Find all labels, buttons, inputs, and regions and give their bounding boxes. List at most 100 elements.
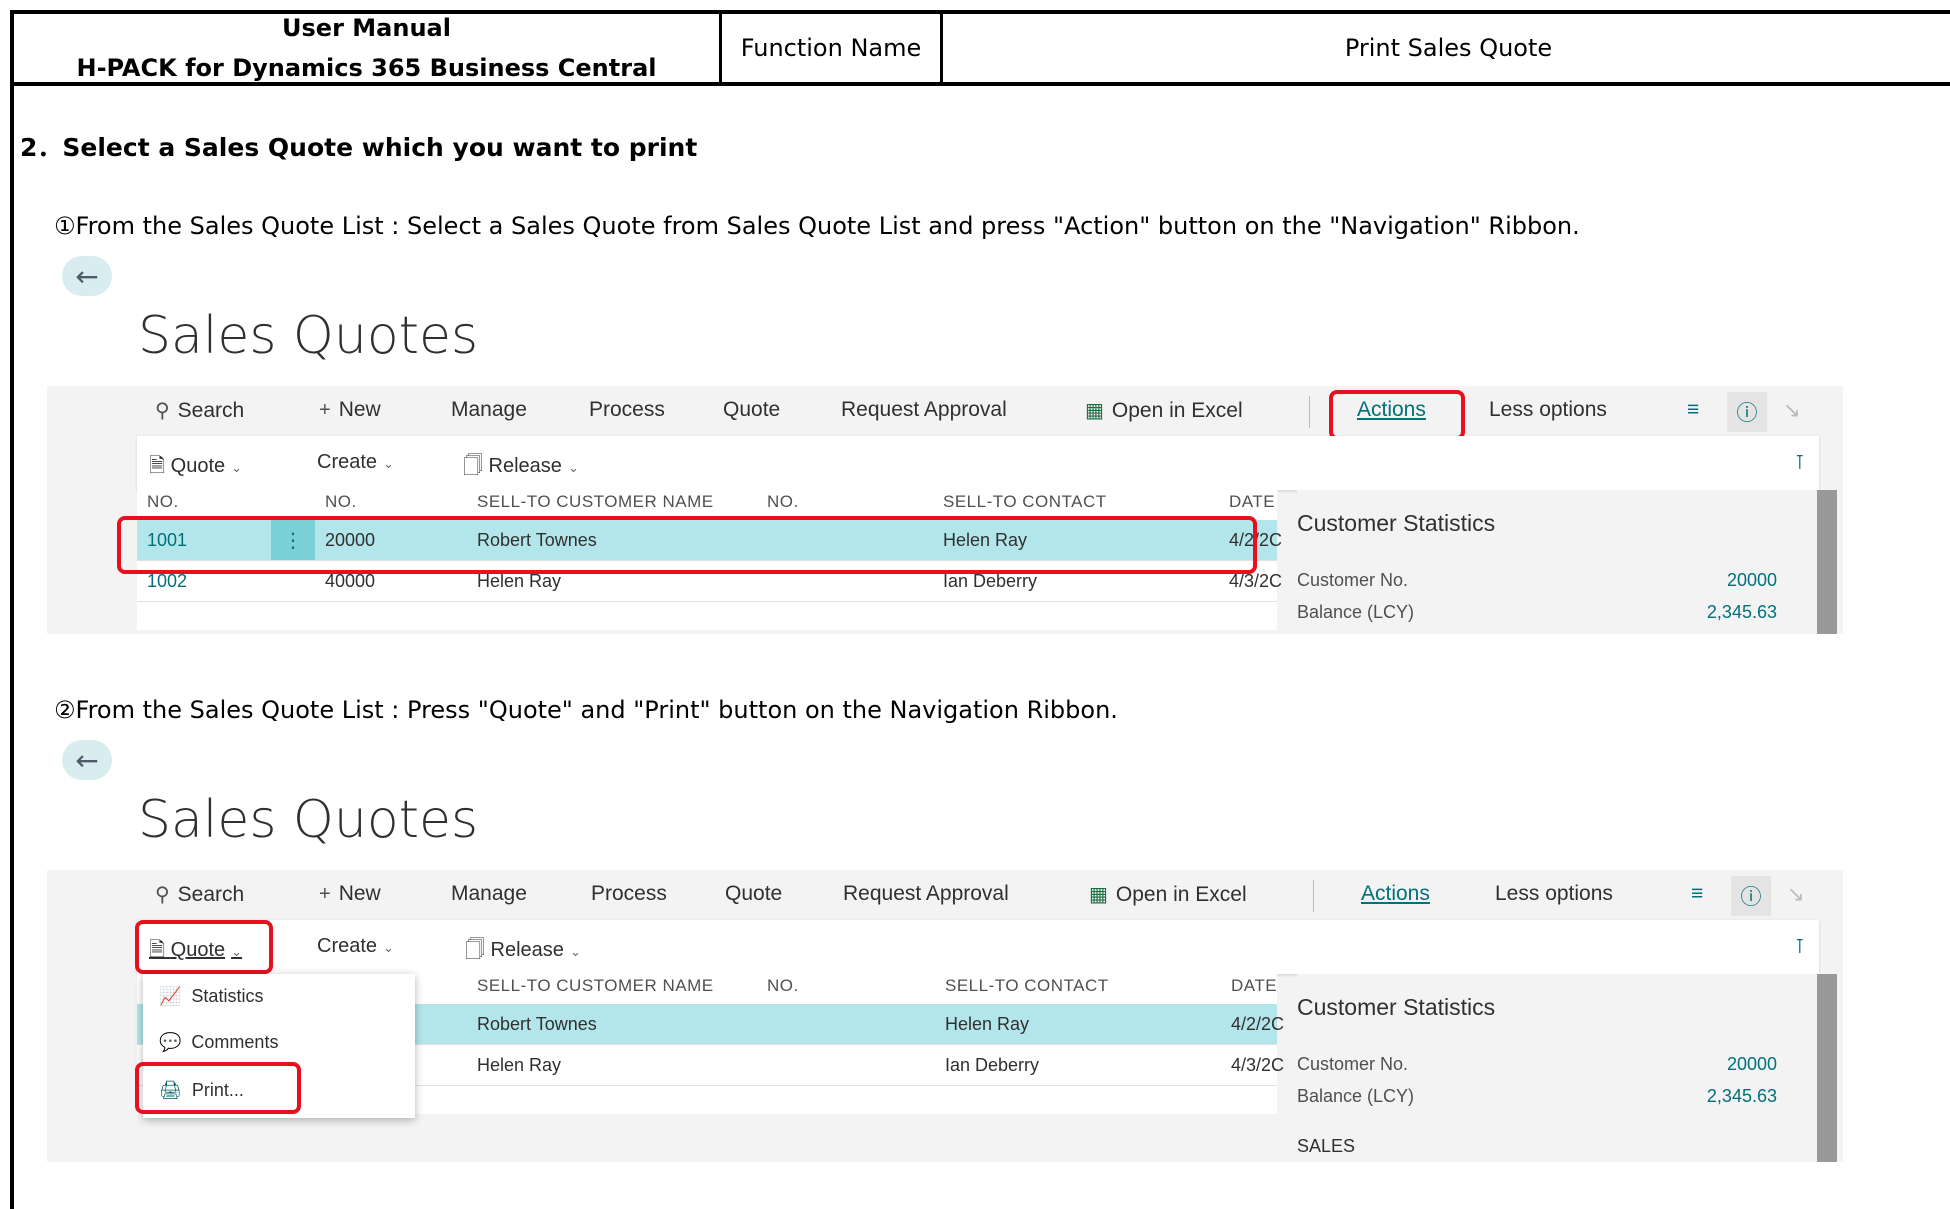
col-header-contact[interactable]: SELL-TO CONTACT bbox=[943, 492, 1107, 512]
function-label: Function Name bbox=[722, 14, 943, 82]
customer-statistics-factbox: Customer Statistics Customer No. 20000 B… bbox=[1297, 490, 1837, 634]
pin-icon[interactable]: ⊺ bbox=[1795, 934, 1805, 959]
release-menu-label: Release bbox=[490, 939, 564, 961]
quote-doc-icon: 🗎 bbox=[149, 455, 166, 477]
ribbon-separator bbox=[1313, 880, 1314, 912]
manual-title-cell: User Manual H-PACK for Dynamics 365 Busi… bbox=[14, 14, 722, 82]
open-in-excel-button[interactable]: ▦ Open in Excel bbox=[1089, 882, 1247, 907]
comments-menu-item[interactable]: 💬 Comments bbox=[159, 1032, 278, 1053]
open-in-excel-button[interactable]: ▦ Open in Excel bbox=[1085, 398, 1243, 423]
page-border bbox=[10, 86, 14, 1209]
create-menu-button[interactable]: Create ⌄ bbox=[317, 451, 394, 474]
search-label: Search bbox=[177, 882, 245, 906]
search-icon: ⚲ bbox=[155, 400, 170, 422]
customer-statistics-factbox: Customer Statistics Customer No. 20000 B… bbox=[1297, 974, 1837, 1162]
row-customer-name: Helen Ray bbox=[477, 1055, 562, 1075]
request-approval-tab[interactable]: Request Approval bbox=[841, 398, 1007, 422]
ribbon-separator bbox=[1309, 396, 1310, 428]
row-contact: Helen Ray bbox=[945, 1014, 1030, 1034]
section-title: 2．Select a Sales Quote which you want to… bbox=[20, 133, 698, 162]
less-options-button[interactable]: Less options bbox=[1495, 882, 1613, 906]
actions-tab[interactable]: Actions bbox=[1361, 882, 1430, 906]
factbox-title: Customer Statistics bbox=[1297, 994, 1496, 1020]
process-tab[interactable]: Process bbox=[589, 398, 665, 422]
release-menu-button[interactable]: 🗍 Release ⌄ bbox=[463, 451, 579, 485]
factbox-title: Customer Statistics bbox=[1297, 510, 1496, 536]
new-button[interactable]: + New bbox=[319, 398, 381, 422]
col-header-no[interactable]: NO. bbox=[147, 492, 179, 512]
collapse-icon[interactable]: ↘ bbox=[1783, 398, 1801, 423]
row-date: 4/3/2C bbox=[1229, 571, 1283, 591]
chevron-down-icon: ⌄ bbox=[231, 460, 243, 475]
search-label: Search bbox=[177, 398, 245, 422]
new-button[interactable]: + New bbox=[319, 882, 381, 906]
back-arrow-icon[interactable]: ← bbox=[62, 740, 112, 780]
excel-icon: ▦ bbox=[1089, 884, 1108, 906]
request-approval-tab[interactable]: Request Approval bbox=[843, 882, 1009, 906]
chevron-down-icon: ⌄ bbox=[383, 940, 394, 955]
quote-menu-button[interactable]: 🗎 Quote ⌄ bbox=[149, 451, 242, 485]
quote-menu-label: Quote bbox=[170, 455, 226, 477]
row-no[interactable]: 1002 bbox=[147, 571, 187, 592]
new-label: New bbox=[338, 882, 381, 905]
row-customer-no: 40000 bbox=[325, 571, 376, 591]
col-header-customer-name[interactable]: SELL-TO CUSTOMER NAME bbox=[477, 492, 714, 512]
row-customer-name: Robert Townes bbox=[477, 1014, 597, 1034]
chevron-down-icon: ⌄ bbox=[567, 460, 579, 475]
quote-menu-highlight bbox=[135, 920, 273, 974]
collapse-icon[interactable]: ↘ bbox=[1787, 882, 1805, 907]
manage-tab[interactable]: Manage bbox=[451, 398, 527, 422]
search-button[interactable]: ⚲ Search bbox=[155, 398, 244, 423]
row-contact: Ian Deberry bbox=[943, 571, 1038, 591]
col-header-date[interactable]: DATE bbox=[1229, 492, 1275, 512]
col-header-no-3[interactable]: NO. bbox=[767, 976, 799, 996]
back-arrow-icon[interactable]: ← bbox=[62, 256, 112, 296]
sales-section-label: SALES bbox=[1297, 1136, 1356, 1156]
balance-value[interactable]: 2,345.63 bbox=[1707, 1086, 1777, 1107]
customer-no-value[interactable]: 20000 bbox=[1727, 570, 1777, 591]
col-header-contact[interactable]: SELL-TO CONTACT bbox=[945, 976, 1109, 996]
row-date: 4/2/2C bbox=[1231, 1014, 1285, 1034]
plus-icon: + bbox=[319, 882, 331, 905]
comment-icon: 💬 bbox=[159, 1032, 182, 1052]
quote-tab[interactable]: Quote bbox=[723, 398, 780, 422]
info-icon[interactable]: ⓘ bbox=[1731, 876, 1771, 916]
open-excel-label: Open in Excel bbox=[1111, 398, 1243, 422]
scrollbar[interactable] bbox=[1817, 490, 1837, 634]
list-view-icon[interactable]: ≡ bbox=[1691, 882, 1703, 906]
col-header-no-3[interactable]: NO. bbox=[767, 492, 799, 512]
chart-icon: 📈 bbox=[159, 986, 182, 1006]
create-menu-label: Create bbox=[317, 451, 378, 473]
customer-no-label: Customer No. bbox=[1297, 1054, 1409, 1074]
statistics-menu-item[interactable]: 📈 Statistics bbox=[159, 986, 263, 1007]
col-header-date[interactable]: DATE bbox=[1231, 976, 1277, 996]
less-options-button[interactable]: Less options bbox=[1489, 398, 1607, 422]
page-title: Sales Quotes bbox=[138, 790, 479, 850]
step-2-text: ②From the Sales Quote List : Press "Quot… bbox=[54, 696, 1118, 724]
quote-tab[interactable]: Quote bbox=[725, 882, 782, 906]
function-value: Print Sales Quote bbox=[1344, 34, 1553, 62]
list-view-icon[interactable]: ≡ bbox=[1687, 398, 1699, 422]
comments-label: Comments bbox=[191, 1032, 279, 1052]
col-header-customer-no[interactable]: NO. bbox=[325, 492, 357, 512]
info-icon[interactable]: ⓘ bbox=[1727, 392, 1767, 432]
release-menu-button[interactable]: 🗍 Release ⌄ bbox=[465, 935, 581, 969]
manage-tab[interactable]: Manage bbox=[451, 882, 527, 906]
action-subbar: 🗎 Quote ⌄ Create ⌄ 🗍 Release ⌄ ⊺ bbox=[137, 436, 1819, 490]
create-menu-button[interactable]: Create ⌄ bbox=[317, 935, 394, 958]
release-menu-label: Release bbox=[488, 455, 562, 477]
balance-value[interactable]: 2,345.63 bbox=[1707, 602, 1777, 623]
balance-label: Balance (LCY) bbox=[1297, 602, 1415, 622]
open-excel-label: Open in Excel bbox=[1115, 882, 1247, 906]
sales-quotes-list-1: ⚲ Search + New Manage Process Quote Reques… bbox=[47, 386, 1843, 634]
process-tab[interactable]: Process bbox=[591, 882, 667, 906]
customer-no-label: Customer No. bbox=[1297, 570, 1409, 590]
col-header-customer-name[interactable]: SELL-TO CUSTOMER NAME bbox=[477, 976, 714, 996]
search-button[interactable]: ⚲ Search bbox=[155, 882, 244, 907]
new-label: New bbox=[338, 398, 381, 421]
create-menu-label: Create bbox=[317, 935, 378, 957]
customer-no-value[interactable]: 20000 bbox=[1727, 1054, 1777, 1075]
row-contact: Ian Deberry bbox=[945, 1055, 1040, 1075]
scrollbar[interactable] bbox=[1817, 974, 1837, 1162]
pin-icon[interactable]: ⊺ bbox=[1795, 450, 1805, 475]
